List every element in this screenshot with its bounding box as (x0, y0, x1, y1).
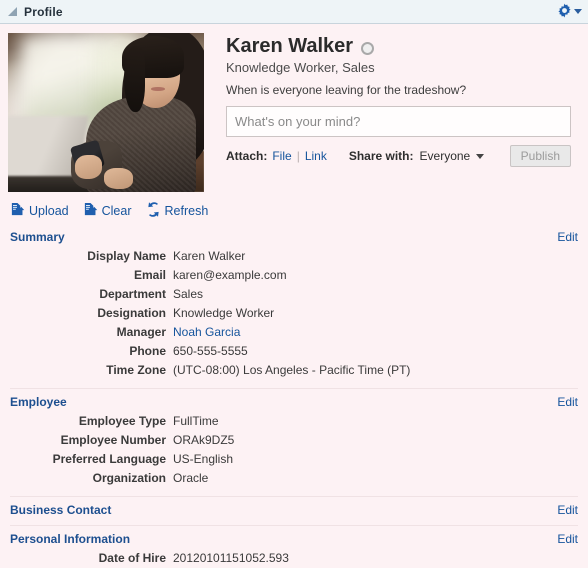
field-value: FullTime (173, 414, 219, 428)
field-value: Knowledge Worker (173, 306, 275, 320)
section-employee: Employee Edit Employee Type FullTime Emp… (0, 388, 588, 488)
field-row: Designation Knowledge Worker (10, 304, 578, 323)
field-row: Date of Hire 20120101151052.593 (10, 549, 578, 568)
edit-employee-link[interactable]: Edit (557, 395, 578, 409)
field-label: Employee Type (78, 414, 166, 428)
page-title: Profile (24, 4, 63, 19)
field-value: 20120101151052.593 (173, 551, 289, 565)
field-label: Organization (92, 471, 166, 485)
section-header: Business Contact Edit (10, 496, 578, 517)
person-name: Karen Walker (226, 35, 354, 57)
upload-label: Upload (29, 204, 69, 218)
publisher-toolbar: Attach: File | Link Share with: Everyone… (226, 145, 571, 167)
profile-photo[interactable] (8, 33, 204, 192)
section-title: Summary (10, 230, 65, 244)
separator: | (296, 149, 300, 163)
field-row: Phone 650-555-5555 (10, 342, 578, 361)
section-title: Employee (10, 395, 67, 409)
photo-lips (151, 87, 165, 91)
attach-file-link[interactable]: File (272, 149, 291, 163)
share-with-control[interactable]: Share with: Everyone (348, 149, 485, 163)
field-row: Email karen@example.com (10, 266, 578, 285)
field-label: Time Zone (106, 363, 166, 377)
gear-icon[interactable] (557, 3, 572, 21)
field-label: Email (133, 268, 166, 282)
field-label: Employee Number (60, 433, 166, 447)
share-with-value[interactable]: Everyone (420, 149, 471, 163)
field-row: Organization Oracle (10, 469, 578, 488)
clear-label: Clear (101, 204, 132, 218)
profile-header: Karen Walker Knowledge Worker, Sales Whe… (0, 24, 588, 192)
chevron-down-icon[interactable] (476, 153, 485, 159)
publish-button[interactable]: Publish (509, 145, 571, 167)
section-title: Business Contact (10, 503, 112, 517)
clear-button[interactable]: Clear (83, 202, 132, 220)
field-row: Department Sales (10, 285, 578, 304)
share-with-label: Share with: (348, 149, 414, 163)
field-label: Date of Hire (98, 551, 166, 565)
field-value: 650-555-5555 (173, 344, 248, 358)
field-label: Display Name (87, 249, 166, 263)
field-value: Sales (173, 287, 204, 301)
refresh-icon (146, 202, 161, 220)
status-input[interactable] (226, 106, 571, 137)
field-label: Department (99, 287, 166, 301)
collapse-triangle-icon[interactable] (8, 7, 17, 16)
field-row: Display Name Karen Walker (10, 247, 578, 266)
field-label: Manager (116, 325, 166, 339)
upload-button[interactable]: Upload (10, 202, 69, 220)
field-list: Display Name Karen Walker Email karen@ex… (10, 247, 578, 380)
refresh-button[interactable]: Refresh (146, 202, 209, 220)
section-header: Personal Information Edit (10, 525, 578, 546)
section-personal-information: Personal Information Edit Date of Hire 2… (0, 525, 588, 568)
field-value: ORAk9DZ5 (173, 433, 235, 447)
field-list: Employee Type FullTime Employee Number O… (10, 412, 578, 488)
person-role: Knowledge Worker, Sales (226, 60, 375, 75)
edit-summary-link[interactable]: Edit (557, 230, 578, 244)
field-row: Manager Noah Garcia (10, 323, 578, 342)
field-value: Oracle (173, 471, 209, 485)
panel-options-menu[interactable] (557, 3, 582, 21)
edit-business-contact-link[interactable]: Edit (557, 503, 578, 517)
photo-actions-toolbar: Upload Clear Refresh (0, 192, 588, 220)
photo-hand-left (74, 155, 103, 180)
field-row: Time Zone (UTC-08:00) Los Angeles - Paci… (10, 361, 578, 380)
attach-label: Attach: (226, 149, 268, 163)
section-title: Personal Information (10, 532, 131, 546)
field-value: (UTC-08:00) Los Angeles - Pacific Time (… (173, 363, 411, 377)
section-header: Employee Edit (10, 388, 578, 409)
field-label: Preferred Language (52, 452, 166, 466)
person-status-message: When is everyone leaving for the tradesh… (226, 83, 467, 97)
profile-sections: Summary Edit Display Name Karen Walker E… (0, 220, 588, 568)
upload-document-icon (10, 202, 25, 220)
field-label: Phone (129, 344, 166, 358)
name-row: Karen Walker (226, 35, 588, 57)
field-label: Designation (97, 306, 166, 320)
manager-link[interactable]: Noah Garcia (173, 323, 240, 342)
field-value: Karen Walker (173, 249, 246, 263)
presence-status-icon[interactable] (361, 41, 375, 55)
chevron-down-icon[interactable] (574, 9, 582, 14)
field-row: Employee Number ORAk9DZ5 (10, 431, 578, 450)
refresh-label: Refresh (164, 204, 209, 218)
field-value: karen@example.com (173, 268, 287, 282)
section-header: Summary Edit (10, 230, 578, 244)
section-business-contact: Business Contact Edit (0, 496, 588, 525)
field-list: Date of Hire 20120101151052.593 (10, 549, 578, 568)
field-row: Preferred Language US-English (10, 450, 578, 469)
section-summary: Summary Edit Display Name Karen Walker E… (0, 230, 588, 380)
profile-photo-column (8, 33, 212, 192)
field-row: Employee Type FullTime (10, 412, 578, 431)
field-value: US-English (173, 452, 234, 466)
photo-hair-side (123, 45, 146, 113)
clear-document-icon (83, 202, 98, 220)
photo-hand-right (104, 168, 134, 189)
edit-personal-information-link[interactable]: Edit (557, 532, 578, 546)
attach-link-link[interactable]: Link (305, 149, 327, 163)
panel-titlebar: Profile (0, 0, 588, 24)
profile-identity: Karen Walker Knowledge Worker, Sales Whe… (212, 33, 588, 192)
